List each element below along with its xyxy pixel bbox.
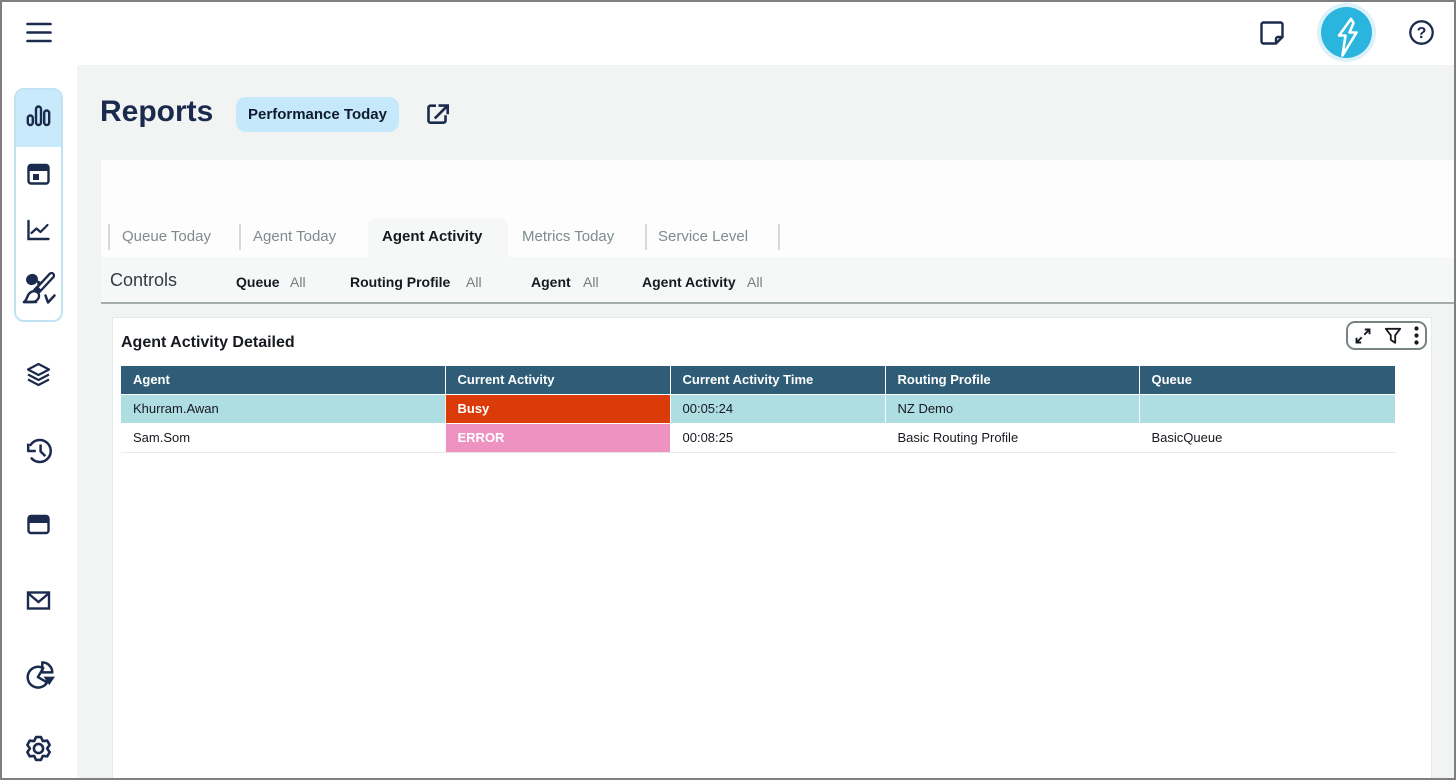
svg-text:?: ? (1417, 25, 1427, 42)
